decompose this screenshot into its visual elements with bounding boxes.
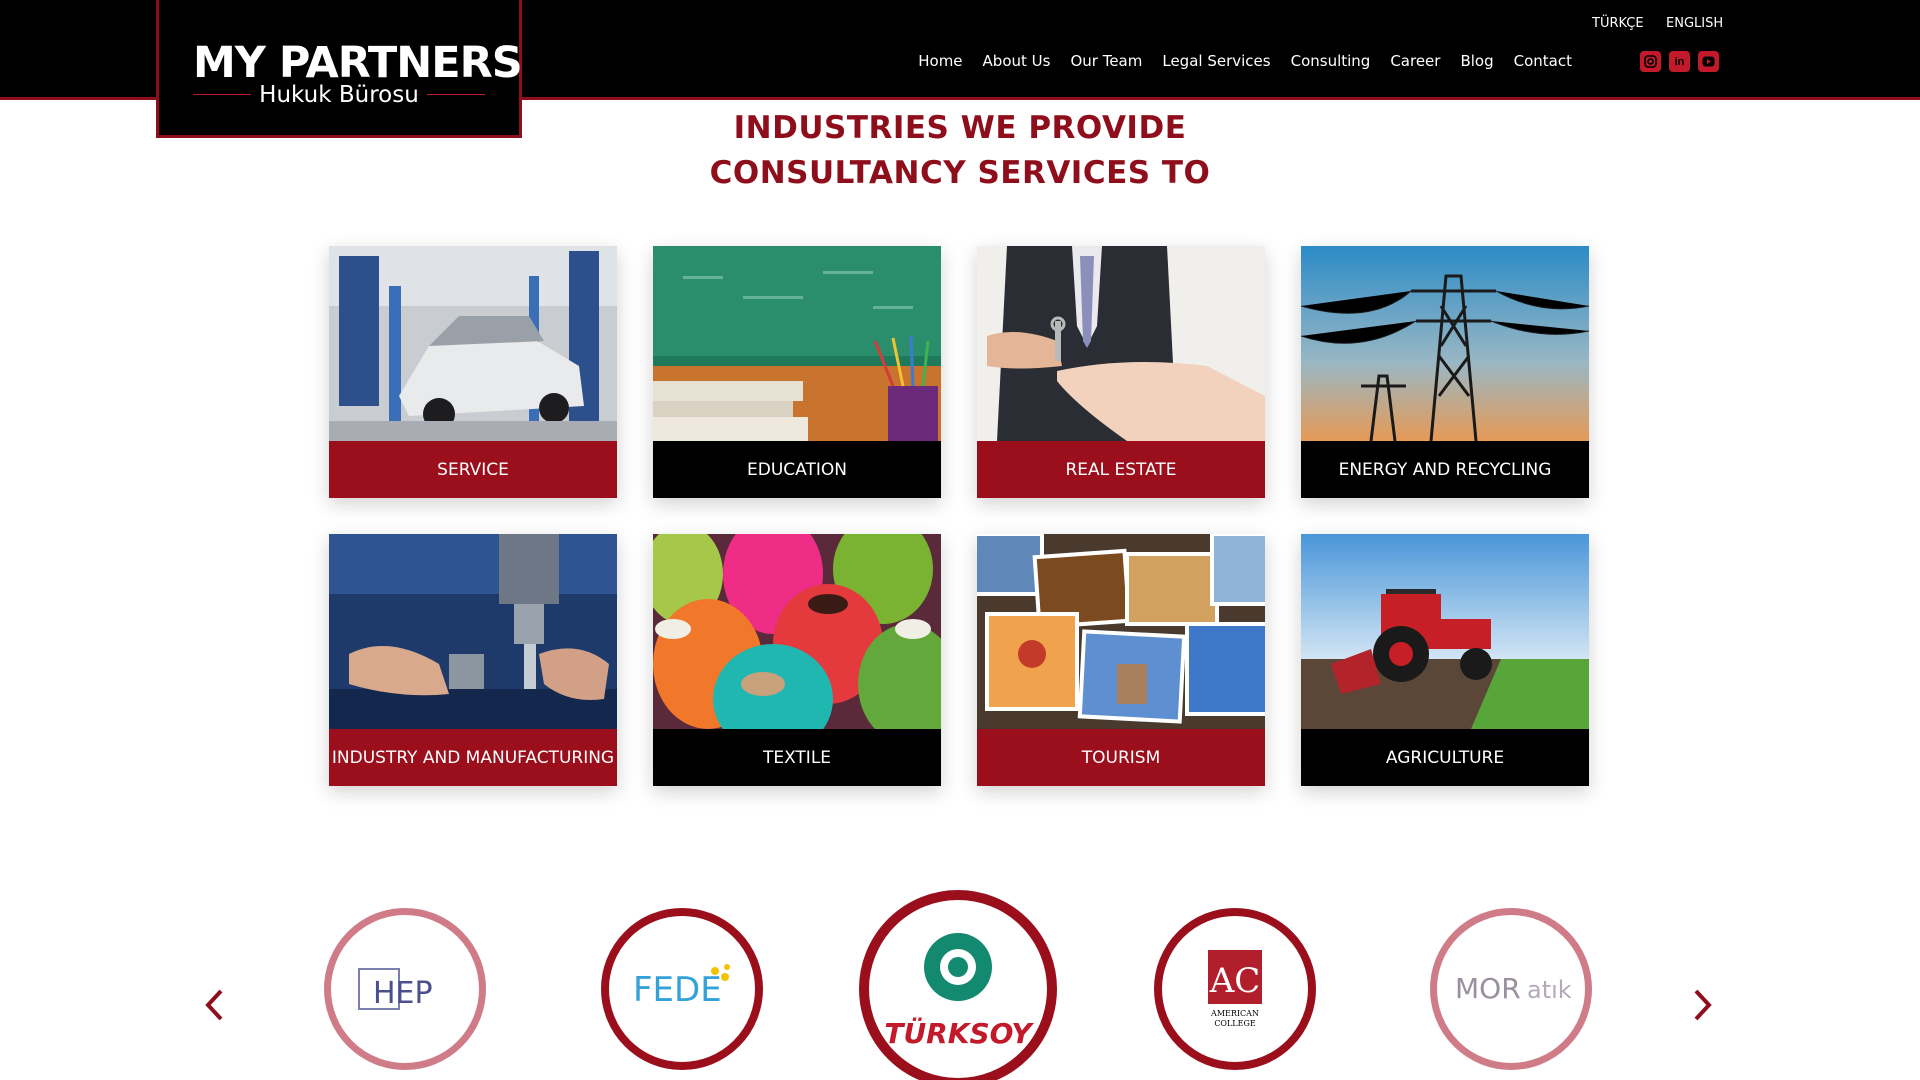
industry-card-energy-and-recycling[interactable]: ENERGY AND RECYCLING	[1301, 246, 1589, 498]
partner-logo-american-college[interactable]: AC AMERICAN COLLEGE	[1154, 908, 1316, 1070]
industry-card-industry-and-manufacturing[interactable]: INDUSTRY AND MANUFACTURING	[329, 534, 617, 786]
hep-logo: HEP	[358, 968, 433, 1011]
linkedin-icon[interactable]: in	[1669, 51, 1690, 72]
partner-logo-mor-atik[interactable]: MOR atık	[1430, 908, 1592, 1070]
industry-card-agriculture[interactable]: AGRICULTURE	[1301, 534, 1589, 786]
industry-label: TOURISM	[977, 729, 1265, 786]
nav-contact[interactable]: Contact	[1504, 52, 1582, 70]
machinist-drilling-image	[329, 534, 617, 729]
key-handover-image	[977, 246, 1265, 441]
svg-text:FEDE: FEDE	[633, 970, 722, 1010]
industry-card-service[interactable]: SERVICE	[329, 246, 617, 498]
nav-about-us[interactable]: About Us	[973, 52, 1061, 70]
youtube-icon[interactable]	[1698, 51, 1719, 72]
language-turkish-link[interactable]: TÜRKÇE	[1592, 16, 1644, 31]
carousel-prev-button[interactable]	[204, 988, 224, 1023]
svg-text:AC: AC	[1209, 961, 1261, 1001]
carousel-next-button[interactable]	[1693, 988, 1713, 1023]
nav-blog[interactable]: Blog	[1450, 52, 1503, 70]
industry-label: AGRICULTURE	[1301, 729, 1589, 786]
industry-label: SERVICE	[329, 441, 617, 498]
partner-logo-hep[interactable]: HEP	[324, 908, 486, 1070]
partner-logo-fede[interactable]: FEDE	[601, 908, 763, 1070]
main-nav: Home About Us Our Team Legal Services Co…	[908, 52, 1582, 70]
section-title-line-2: CONSULTANCY SERVICES TO	[709, 155, 1211, 191]
chevron-right-icon	[1694, 989, 1712, 1021]
svg-text:MOR: MOR	[1455, 972, 1521, 1005]
industry-label: REAL ESTATE	[977, 441, 1265, 498]
chevron-left-icon	[205, 989, 223, 1021]
nav-legal-services[interactable]: Legal Services	[1152, 52, 1280, 70]
fede-logo: FEDE	[633, 964, 730, 1010]
nav-consulting[interactable]: Consulting	[1281, 52, 1381, 70]
power-lines-image	[1301, 246, 1589, 441]
nav-home[interactable]: Home	[908, 52, 972, 70]
industry-card-education[interactable]: EDUCATION	[653, 246, 941, 498]
nav-career[interactable]: Career	[1380, 52, 1450, 70]
brand-logo[interactable]: MY PARTNERS Hukuk Bürosu	[156, 0, 523, 138]
turksoy-logo: TÜRKSOY	[884, 933, 1034, 1050]
svg-text:AMERICAN: AMERICAN	[1210, 1009, 1259, 1018]
travel-photos-image	[977, 534, 1265, 729]
industry-label: TEXTILE	[653, 729, 941, 786]
language-english-link[interactable]: ENGLISH	[1666, 16, 1723, 31]
mor-atik-logo: MOR atık	[1455, 972, 1571, 1005]
books-chalkboard-image	[653, 246, 941, 441]
tractor-field-image	[1301, 534, 1589, 729]
svg-text:COLLEGE: COLLEGE	[1214, 1019, 1256, 1028]
industry-card-real-estate[interactable]: REAL ESTATE	[977, 246, 1265, 498]
industries-grid: SERVICE EDUCATION REAL ESTATE ENERGY AND…	[329, 246, 1589, 786]
brand-subtitle: Hukuk Bürosu	[259, 82, 419, 108]
industry-label: INDUSTRY AND MANUFACTURING	[329, 729, 617, 786]
social-links: in	[1640, 51, 1719, 72]
industry-card-textile[interactable]: TEXTILE	[653, 534, 941, 786]
nav-our-team[interactable]: Our Team	[1060, 52, 1152, 70]
industry-label: EDUCATION	[653, 441, 941, 498]
partner-logo-turksoy[interactable]: TÜRKSOY	[859, 890, 1057, 1080]
brand-name: MY PARTNERS	[193, 38, 523, 88]
car-service-workshop-image	[329, 246, 617, 441]
yarn-spools-image	[653, 534, 941, 729]
svg-text:atık: atık	[1527, 976, 1571, 1004]
svg-text:TÜRKSOY: TÜRKSOY	[884, 1016, 1034, 1050]
industry-label: ENERGY AND RECYCLING	[1301, 441, 1589, 498]
instagram-icon[interactable]	[1640, 51, 1661, 72]
svg-text:HEP: HEP	[373, 976, 433, 1011]
american-college-logo: AC AMERICAN COLLEGE	[1208, 950, 1262, 1028]
industry-card-tourism[interactable]: TOURISM	[977, 534, 1265, 786]
